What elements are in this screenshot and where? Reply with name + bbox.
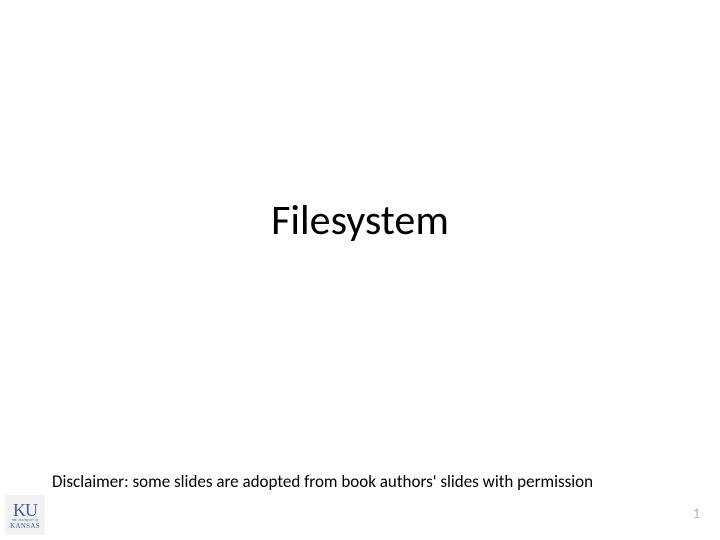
ku-logo: KU THE UNIVERSITY OF KANSAS [5, 495, 45, 535]
slide-container: Filesystem Disclaimer: some slides are a… [0, 0, 720, 540]
logo-ku-text: KU [13, 501, 37, 519]
page-number: 1 [693, 505, 700, 522]
slide-title: Filesystem [0, 195, 720, 246]
logo-kansas-text: KANSAS [10, 523, 40, 530]
disclaimer-text: Disclaimer: some slides are adopted from… [52, 471, 690, 492]
